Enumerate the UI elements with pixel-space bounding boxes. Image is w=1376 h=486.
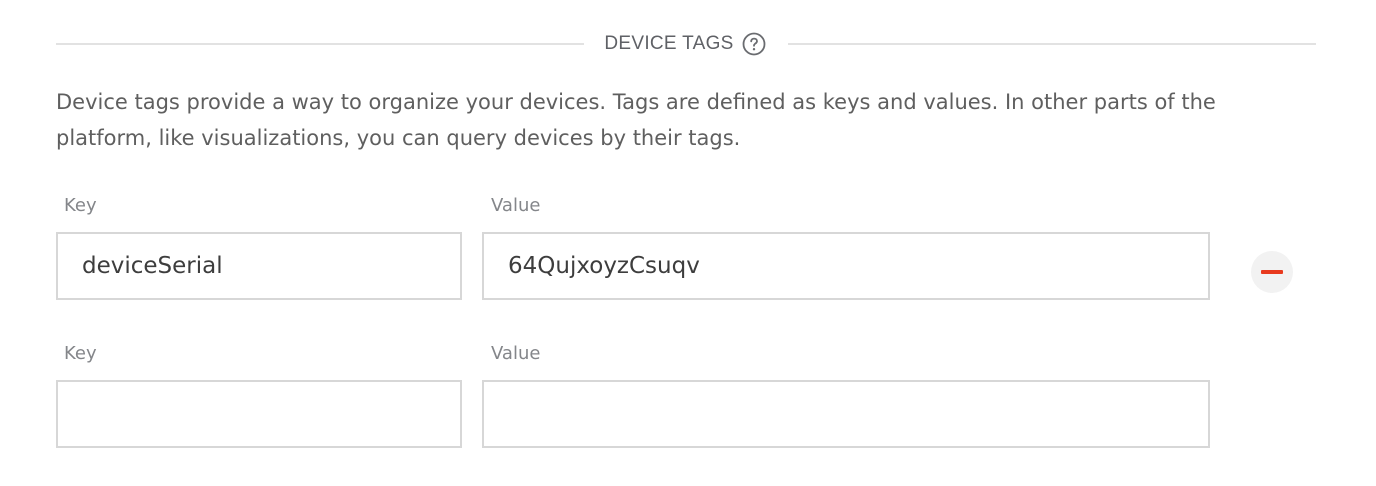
help-icon[interactable]: [742, 32, 766, 56]
tag-key-input[interactable]: [56, 232, 462, 300]
new-tag-value-input[interactable]: [482, 380, 1210, 448]
header-divider-left: [56, 43, 585, 45]
tag-key-label: Key: [64, 343, 97, 364]
remove-tag-button[interactable]: [1251, 251, 1293, 293]
tag-key-label: Key: [64, 195, 97, 216]
device-tags-header: DEVICE TAGS: [56, 26, 1317, 62]
section-description: Device tags provide a way to organize yo…: [56, 90, 1216, 150]
header-title-wrap: DEVICE TAGS: [584, 32, 787, 56]
header-divider-right: [787, 43, 1317, 45]
tag-value-input[interactable]: [482, 232, 1210, 300]
tag-value-label: Value: [491, 343, 541, 364]
new-tag-key-input[interactable]: [56, 380, 462, 448]
minus-icon: [1261, 270, 1283, 274]
section-title: DEVICE TAGS: [604, 33, 734, 54]
tag-value-label: Value: [491, 195, 541, 216]
